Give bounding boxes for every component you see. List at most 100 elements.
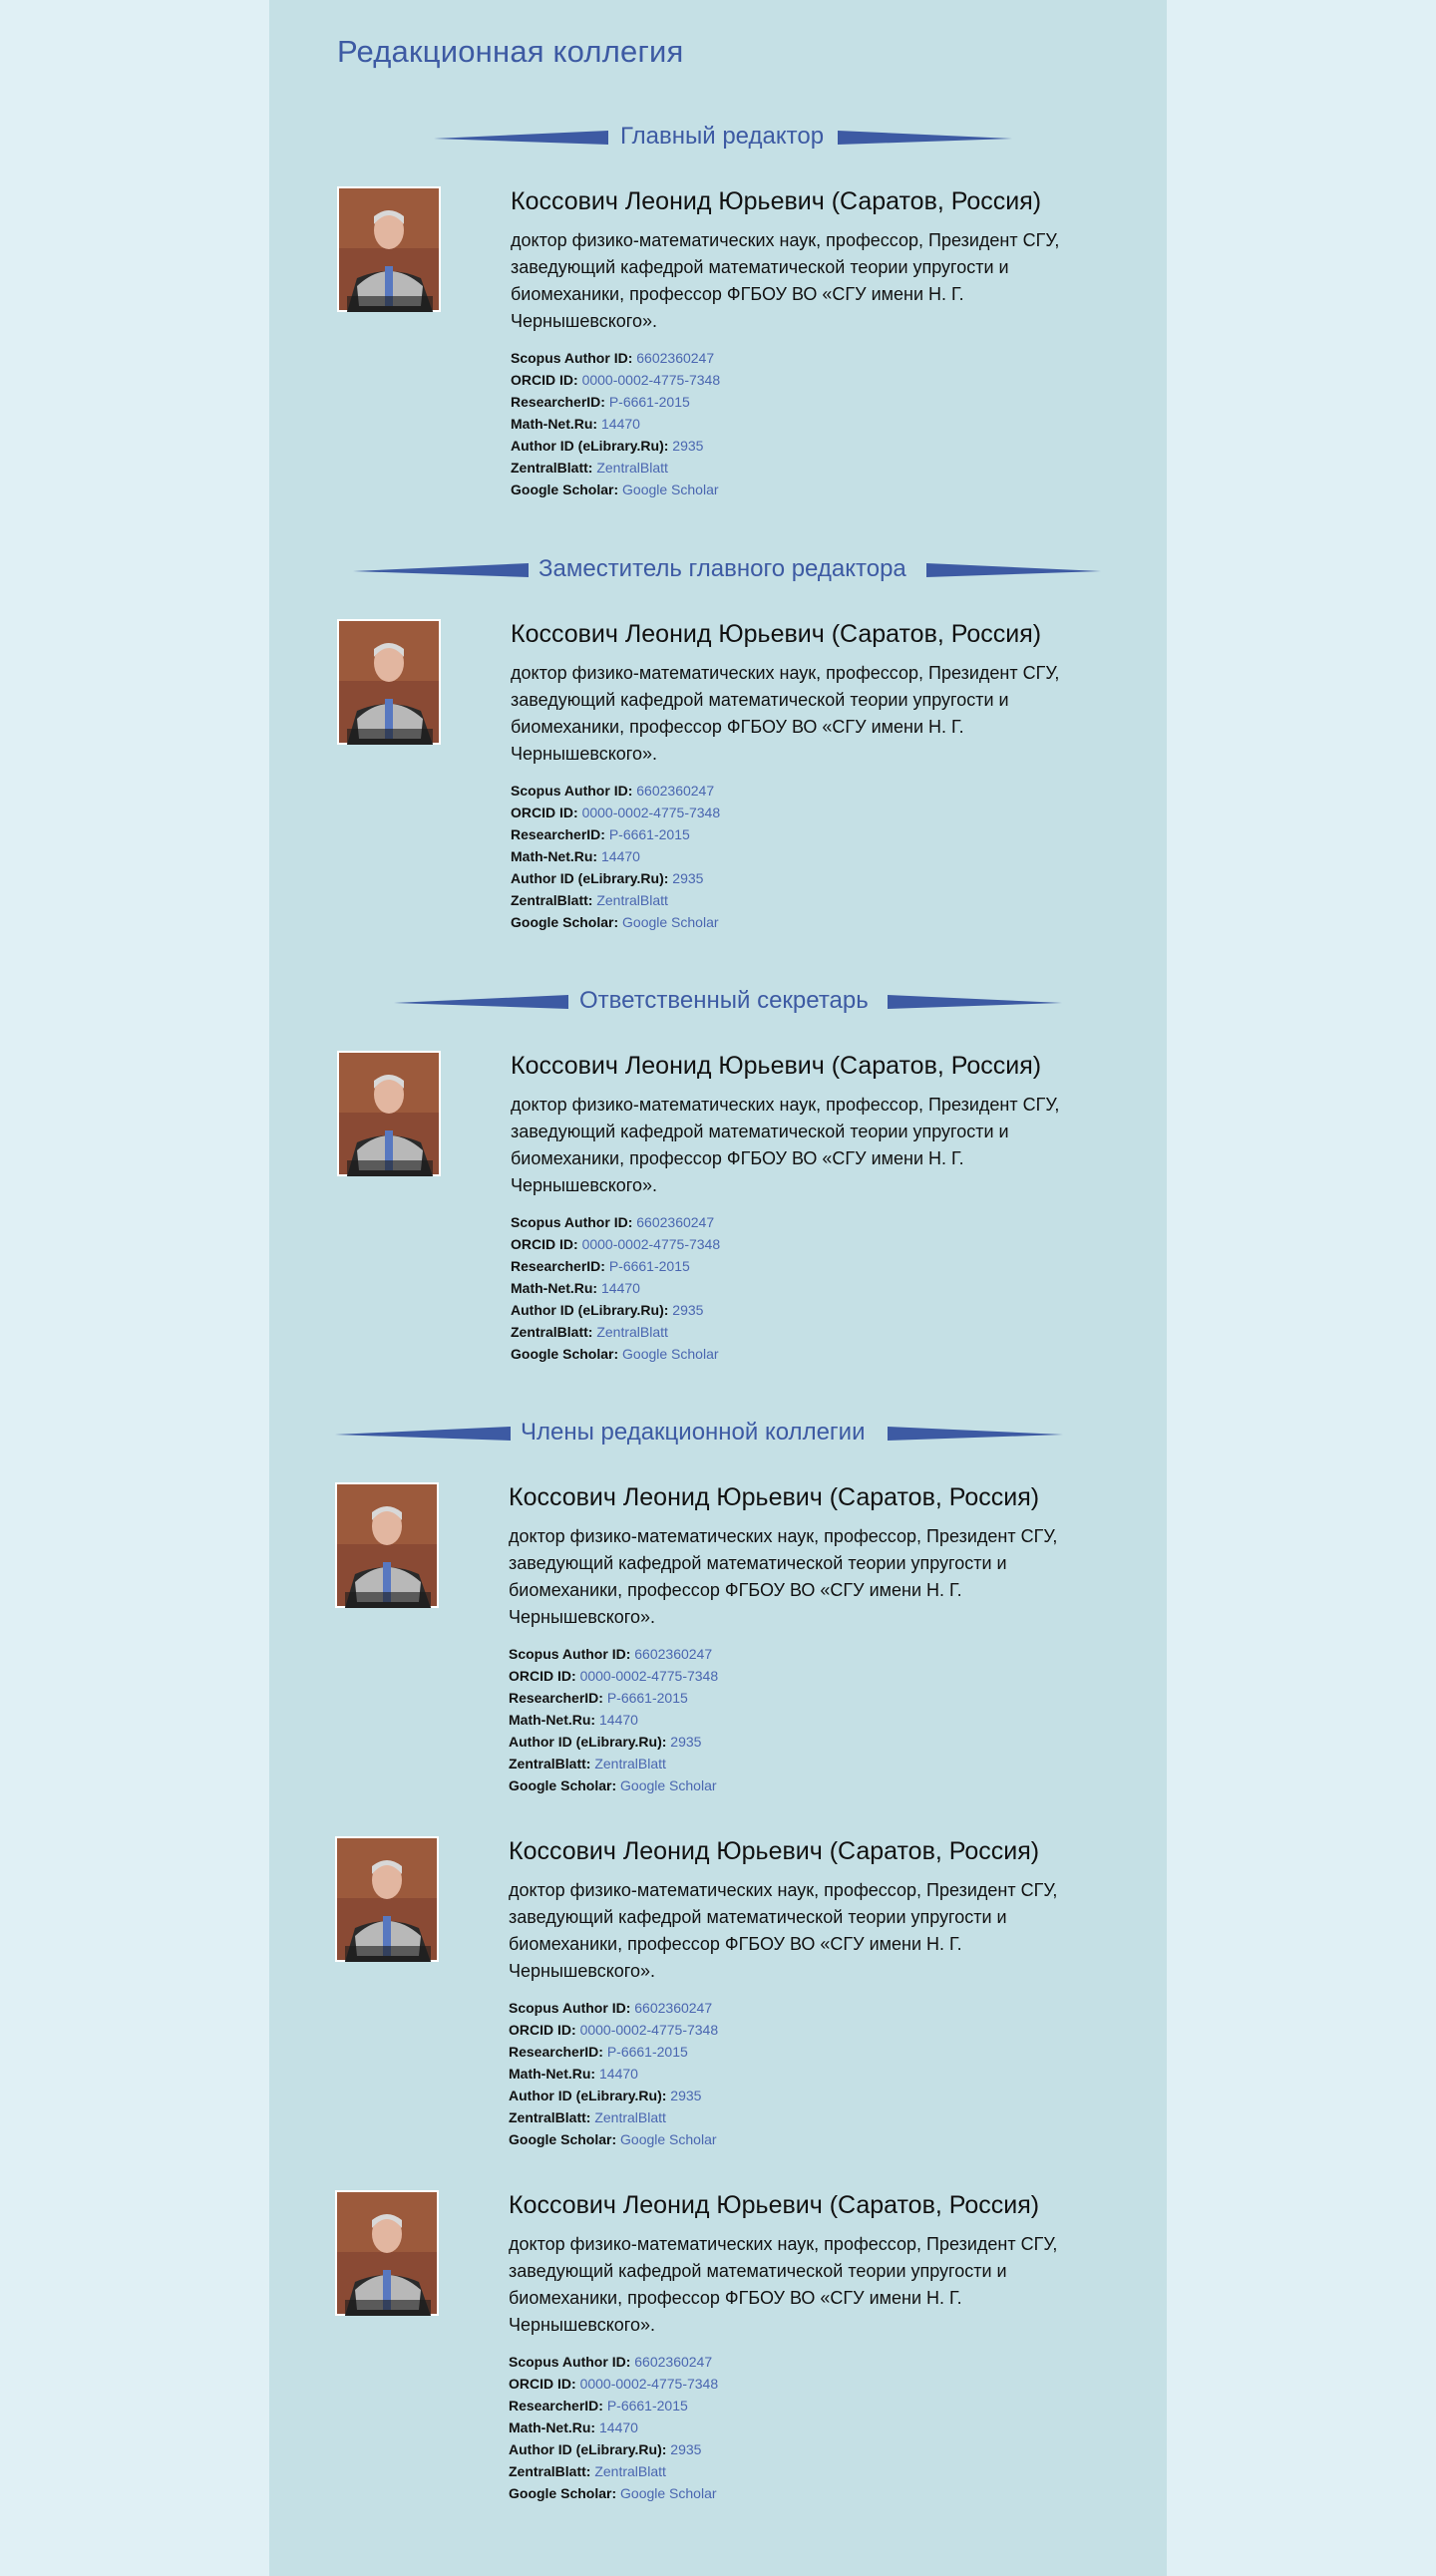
member-photo: [337, 619, 441, 745]
member-card: Коссович Леонид Юрьевич (Саратов, Россия…: [337, 186, 1125, 497]
member-card: Коссович Леонид Юрьевич (Саратов, Россия…: [335, 1836, 1123, 2147]
member-description: доктор физико-математических наук, профе…: [509, 2234, 1058, 2335]
id-label: ResearcherID:: [511, 1258, 605, 1274]
id-label: ResearcherID:: [509, 1690, 603, 1706]
id-label: Math-Net.Ru:: [511, 416, 598, 432]
zentralblatt-link[interactable]: ZentralBlatt: [594, 2109, 666, 2125]
member-name: Коссович Леонид Юрьевич (Саратов, Россия…: [511, 187, 1042, 215]
id-label: Scopus Author ID:: [509, 2354, 631, 2370]
scopus-row: Scopus Author ID: 6602360247: [511, 1211, 1109, 1233]
researcherid-link[interactable]: P-6661-2015: [609, 1258, 690, 1274]
portrait-image: [337, 2192, 437, 2316]
researcherid-link[interactable]: P-6661-2015: [607, 2044, 688, 2060]
orcid-row: ORCID ID: 0000-0002-4775-7348: [511, 802, 1109, 823]
elibrary-link[interactable]: 2935: [672, 1302, 703, 1318]
member-ids: Scopus Author ID: 6602360247 ORCID ID: 0…: [509, 1997, 1107, 2150]
google-scholar-link[interactable]: Google Scholar: [622, 1346, 719, 1362]
zentralblatt-link[interactable]: ZentralBlatt: [594, 2463, 666, 2479]
id-label: Scopus Author ID:: [509, 1646, 631, 1662]
id-label: Google Scholar:: [509, 1777, 617, 1793]
zentralblatt-link[interactable]: ZentralBlatt: [594, 1756, 666, 1771]
left-flourish-icon: [394, 995, 568, 1009]
researcherid-link[interactable]: P-6661-2015: [609, 826, 690, 842]
orcid-link[interactable]: 0000-0002-4775-7348: [580, 1668, 719, 1684]
mathnet-row: Math-Net.Ru: 14470: [511, 845, 1109, 867]
mathnet-link[interactable]: 14470: [599, 2066, 638, 2082]
google-scholar-row: Google Scholar: Google Scholar: [511, 479, 1109, 500]
google-scholar-link[interactable]: Google Scholar: [620, 1777, 717, 1793]
researcherid-link[interactable]: P-6661-2015: [609, 394, 690, 410]
zentralblatt-link[interactable]: ZentralBlatt: [596, 460, 668, 476]
member-photo: [337, 1051, 441, 1176]
member-name: Коссович Леонид Юрьевич (Саратов, Россия…: [511, 1052, 1042, 1080]
member-name: Коссович Леонид Юрьевич (Саратов, Россия…: [511, 620, 1042, 648]
google-scholar-link[interactable]: Google Scholar: [620, 2485, 717, 2501]
id-label: Math-Net.Ru:: [511, 848, 598, 864]
scopus-row: Scopus Author ID: 6602360247: [509, 1997, 1107, 2019]
id-label: ZentralBlatt:: [509, 1756, 591, 1771]
mathnet-link[interactable]: 14470: [601, 416, 640, 432]
id-label: Math-Net.Ru:: [509, 2419, 596, 2435]
google-scholar-link[interactable]: Google Scholar: [622, 482, 719, 497]
id-label: ORCID ID:: [509, 2376, 576, 2392]
orcid-link[interactable]: 0000-0002-4775-7348: [580, 2022, 719, 2038]
scopus-link[interactable]: 6602360247: [636, 350, 714, 366]
member-info: Коссович Леонид Юрьевич (Саратов, Россия…: [511, 1051, 1109, 1365]
scopus-link[interactable]: 6602360247: [636, 1214, 714, 1230]
section-heading-board-members: Члены редакционной коллегии: [335, 1418, 1063, 1448]
id-label: ORCID ID:: [511, 1236, 578, 1252]
google-scholar-row: Google Scholar: Google Scholar: [509, 2482, 1107, 2504]
elibrary-link[interactable]: 2935: [670, 1734, 701, 1750]
scopus-link[interactable]: 6602360247: [636, 783, 714, 799]
orcid-link[interactable]: 0000-0002-4775-7348: [582, 805, 721, 820]
orcid-link[interactable]: 0000-0002-4775-7348: [582, 372, 721, 388]
zentralblatt-link[interactable]: ZentralBlatt: [596, 892, 668, 908]
member-photo: [335, 2190, 439, 2316]
scopus-link[interactable]: 6602360247: [634, 2354, 712, 2370]
member-ids: Scopus Author ID: 6602360247 ORCID ID: 0…: [511, 1211, 1109, 1365]
section-heading-executive-secretary: Ответственный секретарь: [394, 986, 1062, 1016]
mathnet-row: Math-Net.Ru: 14470: [509, 2063, 1107, 2085]
right-flourish-icon: [926, 563, 1101, 577]
left-flourish-icon: [353, 563, 529, 577]
zentralblatt-row: ZentralBlatt: ZentralBlatt: [509, 1753, 1107, 1774]
researcherid-link[interactable]: P-6661-2015: [607, 1690, 688, 1706]
mathnet-link[interactable]: 14470: [601, 848, 640, 864]
id-label: Scopus Author ID:: [509, 2000, 631, 2016]
id-label: Google Scholar:: [511, 482, 619, 497]
member-card: Коссович Леонид Юрьевич (Саратов, Россия…: [335, 2190, 1123, 2501]
scopus-link[interactable]: 6602360247: [634, 2000, 712, 2016]
orcid-link[interactable]: 0000-0002-4775-7348: [580, 2376, 719, 2392]
member-name: Коссович Леонид Юрьевич (Саратов, Россия…: [509, 1837, 1040, 1865]
zentralblatt-row: ZentralBlatt: ZentralBlatt: [511, 457, 1109, 479]
elibrary-link[interactable]: 2935: [672, 870, 703, 886]
mathnet-link[interactable]: 14470: [601, 1280, 640, 1296]
id-label: Scopus Author ID:: [511, 350, 633, 366]
id-label: Author ID (eLibrary.Ru):: [511, 870, 669, 886]
zentralblatt-row: ZentralBlatt: ZentralBlatt: [511, 889, 1109, 911]
orcid-row: ORCID ID: 0000-0002-4775-7348: [509, 2373, 1107, 2395]
mathnet-link[interactable]: 14470: [599, 1712, 638, 1728]
zentralblatt-link[interactable]: ZentralBlatt: [596, 1324, 668, 1340]
google-scholar-link[interactable]: Google Scholar: [622, 914, 719, 930]
researcherid-link[interactable]: P-6661-2015: [607, 2398, 688, 2414]
member-info: Коссович Леонид Юрьевич (Саратов, Россия…: [509, 2190, 1107, 2504]
portrait-image: [337, 1838, 437, 1962]
orcid-link[interactable]: 0000-0002-4775-7348: [582, 1236, 721, 1252]
google-scholar-row: Google Scholar: Google Scholar: [511, 1343, 1109, 1365]
scopus-link[interactable]: 6602360247: [634, 1646, 712, 1662]
section-title: Ответственный секретарь: [579, 987, 869, 1014]
google-scholar-link[interactable]: Google Scholar: [620, 2131, 717, 2147]
elibrary-link[interactable]: 2935: [670, 2441, 701, 2457]
member-description: доктор физико-математических наук, профе…: [511, 230, 1060, 331]
mathnet-link[interactable]: 14470: [599, 2419, 638, 2435]
elibrary-link[interactable]: 2935: [670, 2088, 701, 2103]
portrait-image: [339, 188, 439, 312]
mathnet-row: Math-Net.Ru: 14470: [509, 1709, 1107, 1731]
google-scholar-row: Google Scholar: Google Scholar: [509, 1774, 1107, 1796]
researcherid-row: ResearcherID: P-6661-2015: [511, 391, 1109, 413]
elibrary-link[interactable]: 2935: [672, 438, 703, 454]
id-label: ResearcherID:: [511, 826, 605, 842]
orcid-row: ORCID ID: 0000-0002-4775-7348: [511, 1233, 1109, 1255]
scopus-row: Scopus Author ID: 6602360247: [511, 780, 1109, 802]
